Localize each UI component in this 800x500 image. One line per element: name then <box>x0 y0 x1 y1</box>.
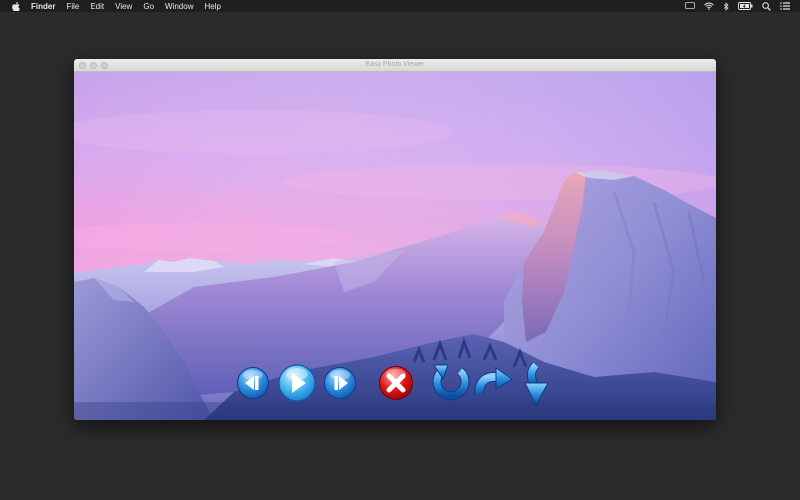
play-button[interactable] <box>277 363 317 403</box>
apple-menu-icon[interactable] <box>12 1 20 11</box>
photo-viewer-window: Easy Photo Viewer <box>74 59 716 420</box>
wifi-icon[interactable] <box>704 2 714 10</box>
rotate-left-button[interactable] <box>430 361 470 405</box>
menu-go[interactable]: Go <box>143 2 154 11</box>
download-button[interactable] <box>522 363 552 407</box>
menu-view[interactable]: View <box>115 2 132 11</box>
delete-button[interactable] <box>378 365 414 401</box>
window-title: Easy Photo Viewer <box>365 61 425 68</box>
next-button[interactable] <box>323 366 357 400</box>
airplay-icon[interactable] <box>685 2 695 10</box>
battery-icon[interactable] <box>738 2 753 10</box>
menu-edit[interactable]: Edit <box>90 2 104 11</box>
notification-center-icon[interactable] <box>780 2 790 10</box>
rotate-right-button[interactable] <box>474 365 514 403</box>
title-bar[interactable]: Easy Photo Viewer <box>74 59 716 72</box>
menu-finder[interactable]: Finder <box>31 2 55 11</box>
menu-window[interactable]: Window <box>165 2 193 11</box>
previous-button[interactable] <box>236 366 270 400</box>
menu-help[interactable]: Help <box>204 2 220 11</box>
spotlight-icon[interactable] <box>762 1 771 11</box>
menu-bar: Finder File Edit View Go Window Help <box>0 0 800 12</box>
bluetooth-icon[interactable] <box>723 1 729 11</box>
menu-file[interactable]: File <box>66 2 79 11</box>
